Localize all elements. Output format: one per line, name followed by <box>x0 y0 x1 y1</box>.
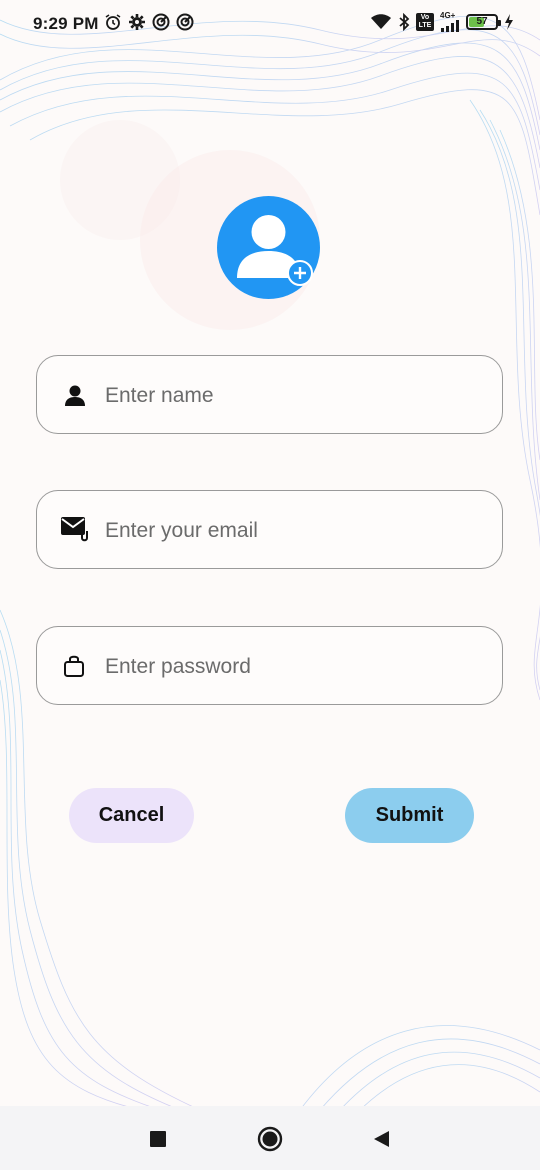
status-bar: 9:29 PM Vo LTE 4G+ 57 <box>0 0 540 48</box>
square-icon <box>150 1131 166 1147</box>
volte-icon: Vo LTE <box>416 13 434 31</box>
name-field[interactable] <box>36 355 503 434</box>
cancel-button[interactable]: Cancel <box>69 788 194 843</box>
password-input[interactable] <box>103 649 487 685</box>
add-circle-icon <box>294 267 306 279</box>
person-icon <box>65 385 85 406</box>
alarm-icon <box>105 14 121 30</box>
add-photo-button[interactable] <box>287 260 313 286</box>
signal-icon <box>441 20 459 32</box>
charging-icon <box>505 14 513 30</box>
circle-icon <box>257 1126 283 1152</box>
battery-icon: 57 <box>466 14 501 30</box>
triangle-back-icon <box>374 1131 389 1147</box>
system-navigation-bar <box>0 1106 540 1170</box>
status-notification-icons <box>104 13 194 31</box>
home-button[interactable] <box>257 1126 283 1152</box>
network-type-label: 4G+ <box>440 11 456 20</box>
app-notification-icon <box>176 13 194 31</box>
back-button[interactable] <box>368 1126 394 1152</box>
status-system-icons: Vo LTE 4G+ 57 <box>370 12 514 32</box>
email-attachment-icon <box>61 517 88 542</box>
name-input[interactable] <box>103 378 487 414</box>
password-field[interactable] <box>36 626 503 705</box>
settings-icon <box>129 14 145 30</box>
app-notification-icon <box>152 13 170 31</box>
battery-percent: 57 <box>476 16 488 27</box>
submit-button[interactable]: Submit <box>345 788 474 843</box>
recents-button[interactable] <box>145 1126 171 1152</box>
profile-form-screen: Cancel Submit <box>0 0 540 1170</box>
bluetooth-icon <box>399 13 410 31</box>
wifi-icon <box>371 14 391 29</box>
email-input[interactable] <box>103 513 487 549</box>
lock-bag-icon <box>64 655 84 677</box>
email-field[interactable] <box>36 490 503 569</box>
status-time: 9:29 PM <box>33 14 99 33</box>
